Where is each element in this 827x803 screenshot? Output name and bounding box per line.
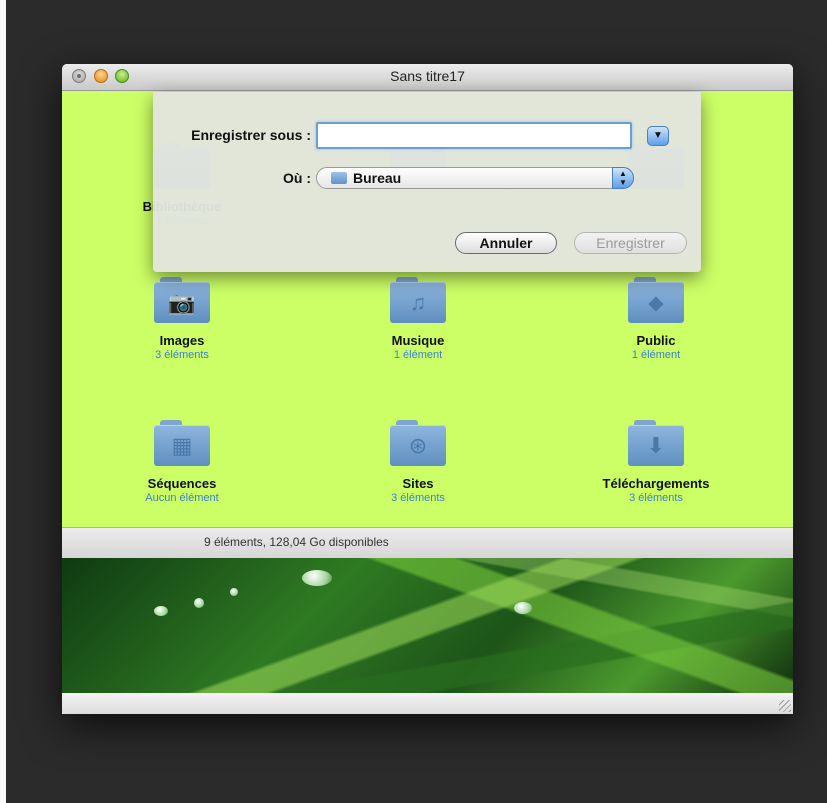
item-count: 3 éléments <box>391 492 445 504</box>
folder-item-downloads[interactable]: ⬇ Téléchargements 3 éléments <box>566 420 746 504</box>
chevron-down-icon: ▼ <box>653 130 663 141</box>
item-count: 3 éléments <box>629 492 683 504</box>
folder-item-public[interactable]: ⬥ Public 1 élément <box>566 277 746 361</box>
item-count: 1 élément <box>393 349 443 361</box>
save-as-label: Enregistrer sous : <box>191 127 311 143</box>
up-down-arrows-icon: ▲ ▼ <box>612 167 634 189</box>
item-name: Musique <box>391 333 445 348</box>
save-button[interactable]: Enregistrer <box>574 232 687 254</box>
folder-item-images[interactable]: 📷 Images 3 éléments <box>92 277 272 361</box>
resize-grip[interactable] <box>779 700 791 712</box>
public-folder-icon: ⬥ <box>628 277 684 323</box>
folder-icon <box>331 172 347 184</box>
item-name: Téléchargements <box>602 476 710 491</box>
folder-item-sites[interactable]: ⊛ Sites 3 éléments <box>328 420 508 504</box>
item-count: Aucun élément <box>145 492 219 504</box>
movies-folder-icon: ▦ <box>154 420 210 466</box>
item-count: 3 éléments <box>155 349 209 361</box>
music-folder-icon: ♫ <box>390 277 446 323</box>
folder-item-music[interactable]: ♫ Musique 1 élément <box>328 277 508 361</box>
expand-dialog-button[interactable]: ▼ <box>647 126 669 146</box>
folder-item-movies[interactable]: ▦ Séquences Aucun élément <box>92 420 272 504</box>
status-bar: 9 éléments, 128,04 Go disponibles <box>62 527 793 559</box>
pictures-folder-icon: 📷 <box>154 277 210 323</box>
where-label: Où : <box>283 170 311 186</box>
location-popup[interactable]: Bureau ▲ ▼ <box>316 167 634 189</box>
downloads-folder-icon: ⬇ <box>628 420 684 466</box>
item-name: Séquences <box>147 476 217 491</box>
save-as-field[interactable] <box>316 122 632 149</box>
status-text: 9 éléments, 128,04 Go disponibles <box>204 535 389 549</box>
save-sheet: Enregistrer sous : ▼ Où : Bureau ▲ ▼ Annu… <box>153 92 701 272</box>
window-title: Sans titre17 <box>390 68 465 84</box>
item-name: Images <box>159 333 205 348</box>
item-name: Public <box>636 333 676 348</box>
cancel-button[interactable]: Annuler <box>455 232 557 254</box>
desktop-wallpaper-image <box>62 558 793 693</box>
window-titlebar[interactable]: Sans titre17 <box>62 64 793 91</box>
item-name: Sites <box>402 476 434 491</box>
sites-folder-icon: ⊛ <box>390 420 446 466</box>
item-count: 1 élément <box>631 349 681 361</box>
location-value: Bureau <box>353 170 402 186</box>
window-bottom-bar <box>62 693 793 714</box>
